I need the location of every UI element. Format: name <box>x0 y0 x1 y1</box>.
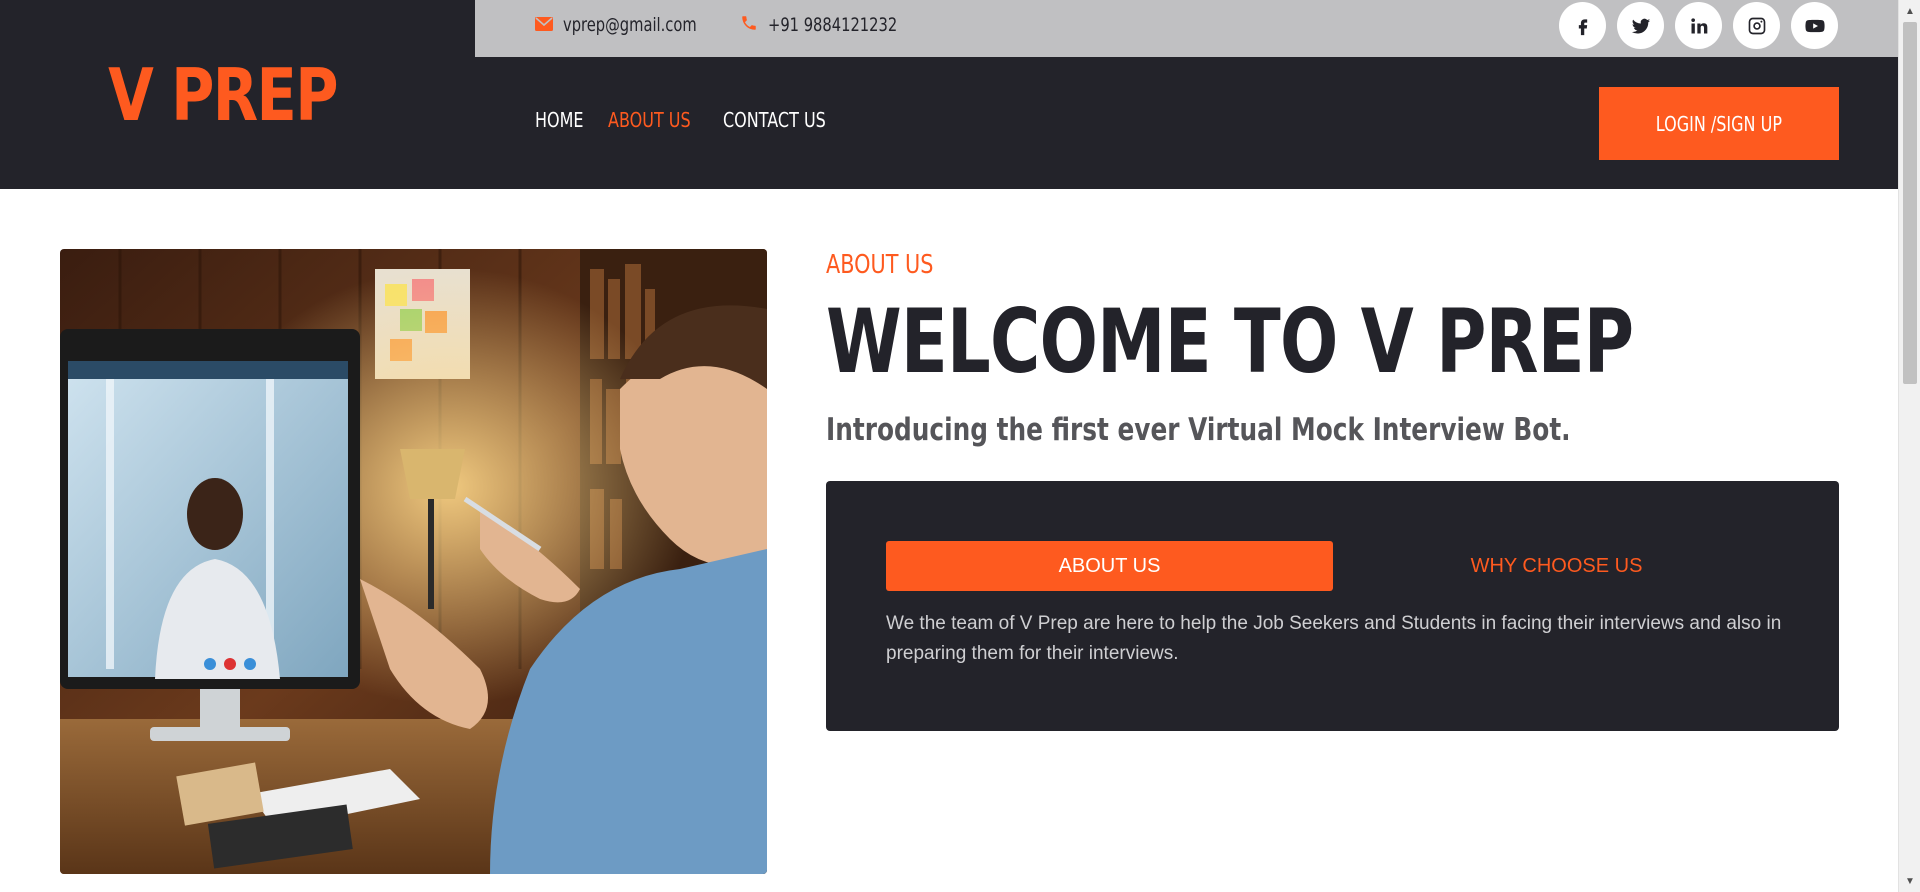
about-description: We the team of V Prep are here to help t… <box>886 613 1782 664</box>
brand-area: V PREP <box>0 0 475 189</box>
twitter-icon[interactable] <box>1617 2 1664 49</box>
linkedin-icon[interactable] <box>1675 2 1722 49</box>
facebook-icon[interactable] <box>1559 2 1606 49</box>
section-eyebrow: ABOUT US <box>826 250 934 280</box>
top-contact-bar: vprep@gmail.com +91 9884121232 <box>475 0 1898 57</box>
login-signup-button[interactable]: LOGIN /SIGN UP <box>1599 87 1839 160</box>
envelope-icon <box>535 15 553 36</box>
page-subtitle: Introducing the first ever Virtual Mock … <box>826 412 1571 448</box>
video-call-photo <box>60 249 767 874</box>
site-header: V PREP vprep@gmail.com +91 9884121232 HO… <box>0 0 1898 189</box>
phone-icon <box>740 14 758 37</box>
contact-email-text: vprep@gmail.com <box>563 14 697 36</box>
page-scrollbar[interactable]: ▲ ▼ <box>1898 0 1920 892</box>
nav-home[interactable]: HOME <box>535 108 584 132</box>
tab-about-us[interactable]: ABOUT US <box>886 541 1333 591</box>
scroll-up-arrow-icon[interactable]: ▲ <box>1899 0 1920 22</box>
social-links <box>1559 2 1838 49</box>
contact-phone[interactable]: +91 9884121232 <box>740 0 918 50</box>
nav-about-us[interactable]: ABOUT US <box>608 108 691 132</box>
contact-email[interactable]: vprep@gmail.com <box>535 0 718 50</box>
scroll-down-arrow-icon[interactable]: ▼ <box>1899 870 1920 892</box>
login-signup-label: LOGIN /SIGN UP <box>1655 111 1783 136</box>
nav-contact-us[interactable]: CONTACT US <box>723 108 826 132</box>
tab-why-choose-us[interactable]: WHY CHOOSE US <box>1333 541 1780 591</box>
scrollbar-thumb[interactable] <box>1903 22 1917 384</box>
instagram-icon[interactable] <box>1733 2 1780 49</box>
contact-phone-text: +91 9884121232 <box>768 14 898 36</box>
main-nav: HOME ABOUT US CONTACT US <box>535 108 828 132</box>
about-tabs-panel: ABOUT US WHY CHOOSE US We the team of V … <box>826 481 1839 731</box>
page-title: WELCOME TO V PREP <box>826 290 1634 393</box>
youtube-icon[interactable] <box>1791 2 1838 49</box>
site-logo[interactable]: V PREP <box>108 53 338 137</box>
